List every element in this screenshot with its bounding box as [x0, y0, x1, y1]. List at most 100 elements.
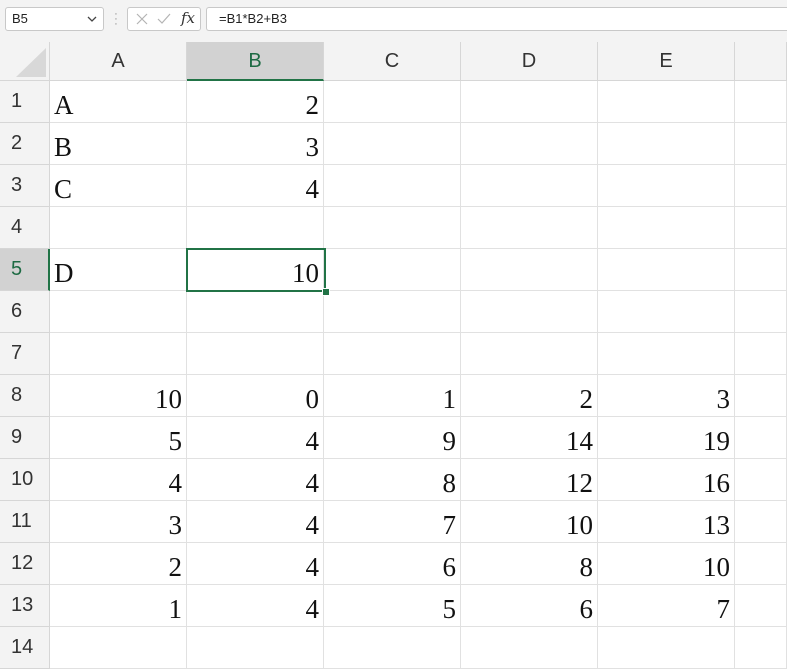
- cell-e12[interactable]: 10: [598, 543, 735, 585]
- cell-b4[interactable]: [187, 207, 324, 249]
- cell-e10[interactable]: 16: [598, 459, 735, 501]
- cell-c10[interactable]: 8: [324, 459, 461, 501]
- cell-e5[interactable]: [598, 249, 735, 291]
- cell-b6[interactable]: [187, 291, 324, 333]
- cell-a6[interactable]: [50, 291, 187, 333]
- cell-c3[interactable]: [324, 165, 461, 207]
- row-header-13[interactable]: 13: [0, 585, 50, 627]
- column-header-e[interactable]: E: [598, 42, 735, 81]
- cell-b5[interactable]: 10: [187, 249, 324, 291]
- cell-b9[interactable]: 4: [187, 417, 324, 459]
- fill-handle[interactable]: [322, 288, 330, 296]
- cell-f14[interactable]: [735, 627, 787, 669]
- cell-f5[interactable]: [735, 249, 787, 291]
- cell-d2[interactable]: [461, 123, 598, 165]
- cell-e6[interactable]: [598, 291, 735, 333]
- cell-c1[interactable]: [324, 81, 461, 123]
- cell-c5[interactable]: [324, 249, 461, 291]
- cell-b11[interactable]: 4: [187, 501, 324, 543]
- cell-c6[interactable]: [324, 291, 461, 333]
- cell-d9[interactable]: 14: [461, 417, 598, 459]
- cell-a3[interactable]: C: [50, 165, 187, 207]
- column-header-f[interactable]: [735, 42, 787, 81]
- select-all-corner[interactable]: [0, 42, 50, 81]
- cell-f9[interactable]: [735, 417, 787, 459]
- cell-e1[interactable]: [598, 81, 735, 123]
- cell-a7[interactable]: [50, 333, 187, 375]
- cell-f7[interactable]: [735, 333, 787, 375]
- cell-d8[interactable]: 2: [461, 375, 598, 417]
- row-header-11[interactable]: 11: [0, 501, 50, 543]
- row-header-5[interactable]: 5: [0, 249, 50, 291]
- name-box[interactable]: B5: [5, 7, 104, 31]
- row-header-12[interactable]: 12: [0, 543, 50, 585]
- cell-c12[interactable]: 6: [324, 543, 461, 585]
- cell-e13[interactable]: 7: [598, 585, 735, 627]
- cell-c9[interactable]: 9: [324, 417, 461, 459]
- cell-b2[interactable]: 3: [187, 123, 324, 165]
- row-header-4[interactable]: 4: [0, 207, 50, 249]
- cell-e11[interactable]: 13: [598, 501, 735, 543]
- cell-a12[interactable]: 2: [50, 543, 187, 585]
- row-header-1[interactable]: 1: [0, 81, 50, 123]
- cell-d7[interactable]: [461, 333, 598, 375]
- chevron-down-icon[interactable]: [85, 8, 99, 30]
- cell-d3[interactable]: [461, 165, 598, 207]
- cell-e3[interactable]: [598, 165, 735, 207]
- more-options-icon[interactable]: · · ·: [113, 9, 119, 30]
- cell-a4[interactable]: [50, 207, 187, 249]
- cell-d5[interactable]: [461, 249, 598, 291]
- cell-d11[interactable]: 10: [461, 501, 598, 543]
- cell-c4[interactable]: [324, 207, 461, 249]
- row-header-8[interactable]: 8: [0, 375, 50, 417]
- cell-a13[interactable]: 1: [50, 585, 187, 627]
- row-header-6[interactable]: 6: [0, 291, 50, 333]
- cell-a11[interactable]: 3: [50, 501, 187, 543]
- cell-f1[interactable]: [735, 81, 787, 123]
- cell-d13[interactable]: 6: [461, 585, 598, 627]
- insert-function-icon[interactable]: fx: [181, 9, 195, 27]
- cell-c8[interactable]: 1: [324, 375, 461, 417]
- cell-a8[interactable]: 10: [50, 375, 187, 417]
- cell-f3[interactable]: [735, 165, 787, 207]
- cell-a9[interactable]: 5: [50, 417, 187, 459]
- cell-b8[interactable]: 0: [187, 375, 324, 417]
- cell-b7[interactable]: [187, 333, 324, 375]
- column-header-d[interactable]: D: [461, 42, 598, 81]
- cell-f2[interactable]: [735, 123, 787, 165]
- cell-f13[interactable]: [735, 585, 787, 627]
- cell-b10[interactable]: 4: [187, 459, 324, 501]
- row-header-7[interactable]: 7: [0, 333, 50, 375]
- cell-b12[interactable]: 4: [187, 543, 324, 585]
- cell-a14[interactable]: [50, 627, 187, 669]
- cell-c11[interactable]: 7: [324, 501, 461, 543]
- row-header-9[interactable]: 9: [0, 417, 50, 459]
- column-header-c[interactable]: C: [324, 42, 461, 81]
- cell-a1[interactable]: A: [50, 81, 187, 123]
- cell-d12[interactable]: 8: [461, 543, 598, 585]
- cell-d1[interactable]: [461, 81, 598, 123]
- check-icon[interactable]: [156, 11, 172, 32]
- cancel-icon[interactable]: [134, 11, 150, 32]
- cell-b13[interactable]: 4: [187, 585, 324, 627]
- cell-c13[interactable]: 5: [324, 585, 461, 627]
- cell-a5[interactable]: D: [50, 249, 187, 291]
- formula-input[interactable]: =B1*B2+B3: [206, 7, 787, 31]
- row-header-14[interactable]: 14: [0, 627, 50, 669]
- cell-e2[interactable]: [598, 123, 735, 165]
- cell-f4[interactable]: [735, 207, 787, 249]
- row-header-2[interactable]: 2: [0, 123, 50, 165]
- cell-f11[interactable]: [735, 501, 787, 543]
- cell-d4[interactable]: [461, 207, 598, 249]
- cell-b3[interactable]: 4: [187, 165, 324, 207]
- cell-e8[interactable]: 3: [598, 375, 735, 417]
- cell-d14[interactable]: [461, 627, 598, 669]
- cell-c2[interactable]: [324, 123, 461, 165]
- cell-e14[interactable]: [598, 627, 735, 669]
- cell-e7[interactable]: [598, 333, 735, 375]
- cell-e4[interactable]: [598, 207, 735, 249]
- cell-f12[interactable]: [735, 543, 787, 585]
- cell-a10[interactable]: 4: [50, 459, 187, 501]
- cell-e9[interactable]: 19: [598, 417, 735, 459]
- cell-f10[interactable]: [735, 459, 787, 501]
